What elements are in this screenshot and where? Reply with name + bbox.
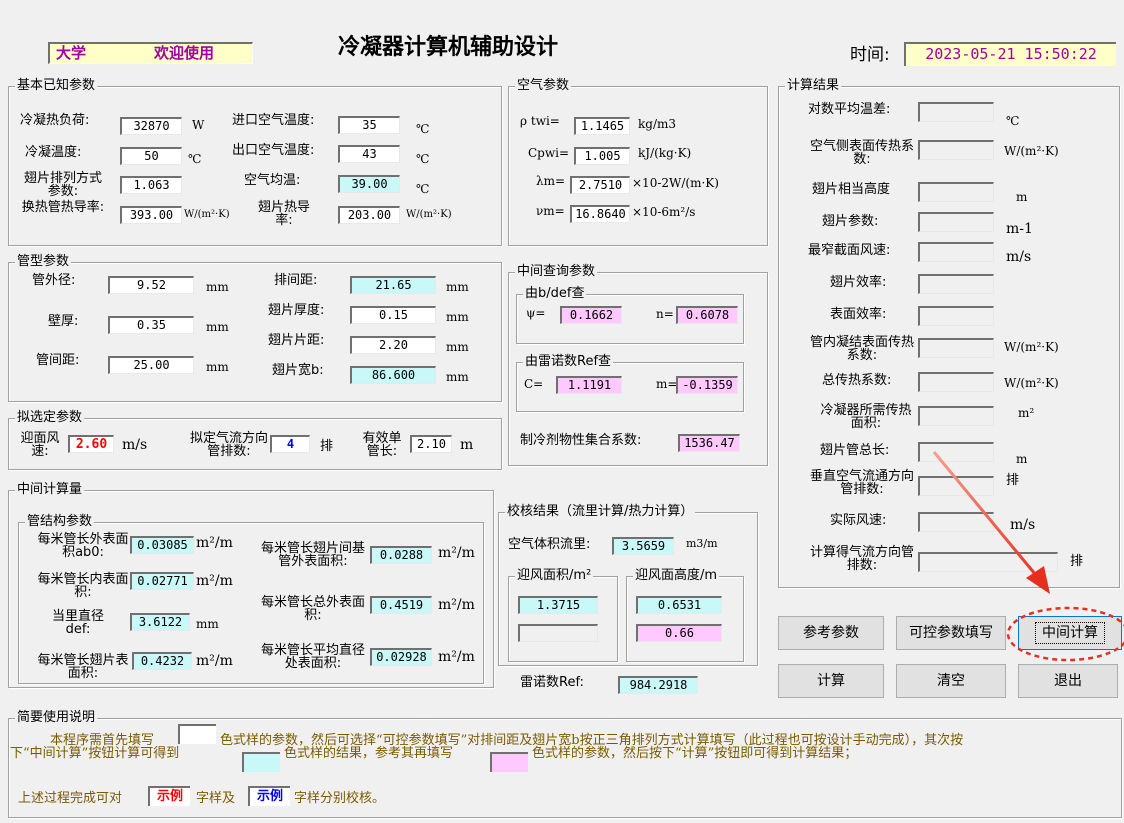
help-line2-c: 色式样的参数，然后按下“计算”按钮即可得到计算结果；	[532, 746, 858, 761]
help-line3-a: 上述过程完成可对	[18, 791, 123, 806]
help-swatch-pink	[490, 752, 528, 772]
sample-blue: 示例	[248, 786, 290, 806]
help-line3-b: 字样及	[196, 791, 236, 806]
arrow-head	[1026, 566, 1050, 594]
highlight-ellipse	[1006, 606, 1124, 662]
help-swatch-cyan	[242, 752, 280, 772]
sample-blue-text: 示例	[256, 789, 283, 804]
arrow-shaft	[932, 451, 1042, 581]
sample-red: 示例	[148, 786, 190, 806]
sample-red-text: 示例	[156, 789, 183, 804]
help-line3-c: 字样分别校核。	[294, 791, 386, 806]
annotation-overlay	[932, 451, 1124, 662]
help-swatch-white	[178, 724, 216, 744]
help-line2-a: 下“中间计算”按钮计算可得到	[10, 746, 180, 761]
help-line2-b: 色式样的结果，参考其再填写	[284, 746, 454, 761]
help-title: 简要使用说明	[15, 710, 98, 726]
